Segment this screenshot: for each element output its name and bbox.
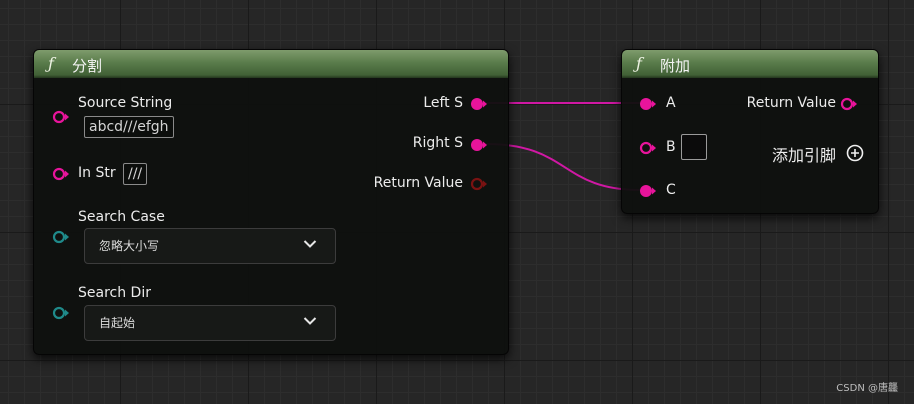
left-s-pin-icon[interactable] (470, 97, 488, 111)
split-return-value-label: Return Value (373, 175, 463, 191)
append-node[interactable]: ƒ 附加 A B C Return Value 添加引脚 (621, 49, 879, 214)
wire-right-s-to-c[interactable] (485, 143, 641, 191)
append-return-value-pin-icon[interactable] (840, 97, 858, 111)
b-pin-icon[interactable] (639, 141, 657, 155)
append-return-value-label: Return Value (746, 95, 836, 111)
chevron-down-icon (303, 240, 317, 248)
in-str-input[interactable]: /// (123, 163, 148, 185)
search-case-selected: 忽略大小写 (99, 239, 160, 253)
c-pin-icon[interactable] (639, 184, 657, 198)
search-case-label: Search Case (78, 209, 165, 225)
chevron-down-icon (303, 317, 317, 325)
source-string-label: Source String (78, 95, 173, 111)
function-icon: ƒ (48, 54, 54, 73)
search-case-pin-icon[interactable] (52, 230, 70, 244)
add-pin-label[interactable]: 添加引脚 (772, 142, 836, 166)
source-string-input[interactable]: abcd///efgh (84, 116, 174, 138)
search-case-dropdown[interactable]: 忽略大小写 (84, 228, 336, 264)
add-pin-icon[interactable] (846, 144, 864, 162)
split-node[interactable]: ƒ 分割 Source String abcd///efgh In Str //… (33, 49, 509, 355)
search-dir-label: Search Dir (78, 285, 151, 301)
search-dir-pin-icon[interactable] (52, 306, 70, 320)
b-input[interactable] (681, 134, 707, 160)
split-node-header[interactable]: ƒ 分割 (34, 50, 508, 78)
in-str-label: In Str (78, 165, 116, 181)
b-label: B (666, 139, 676, 155)
c-label: C (666, 182, 676, 198)
append-node-header[interactable]: ƒ 附加 (622, 50, 878, 78)
function-icon: ƒ (636, 54, 642, 73)
search-dir-dropdown[interactable]: 自起始 (84, 305, 336, 341)
right-s-pin-icon[interactable] (470, 138, 488, 152)
a-label: A (666, 95, 676, 111)
append-node-title: 附加 (660, 57, 691, 75)
source-string-pin-icon[interactable] (52, 110, 70, 124)
split-node-title: 分割 (72, 57, 103, 75)
search-dir-selected: 自起始 (99, 316, 136, 330)
right-s-label: Right S (412, 135, 463, 151)
a-pin-icon[interactable] (639, 97, 657, 111)
split-return-value-pin-icon[interactable] (470, 177, 488, 191)
in-str-pin-icon[interactable] (52, 167, 70, 181)
watermark: CSDN @唐龘 (836, 383, 898, 394)
left-s-label: Left S (423, 95, 463, 111)
